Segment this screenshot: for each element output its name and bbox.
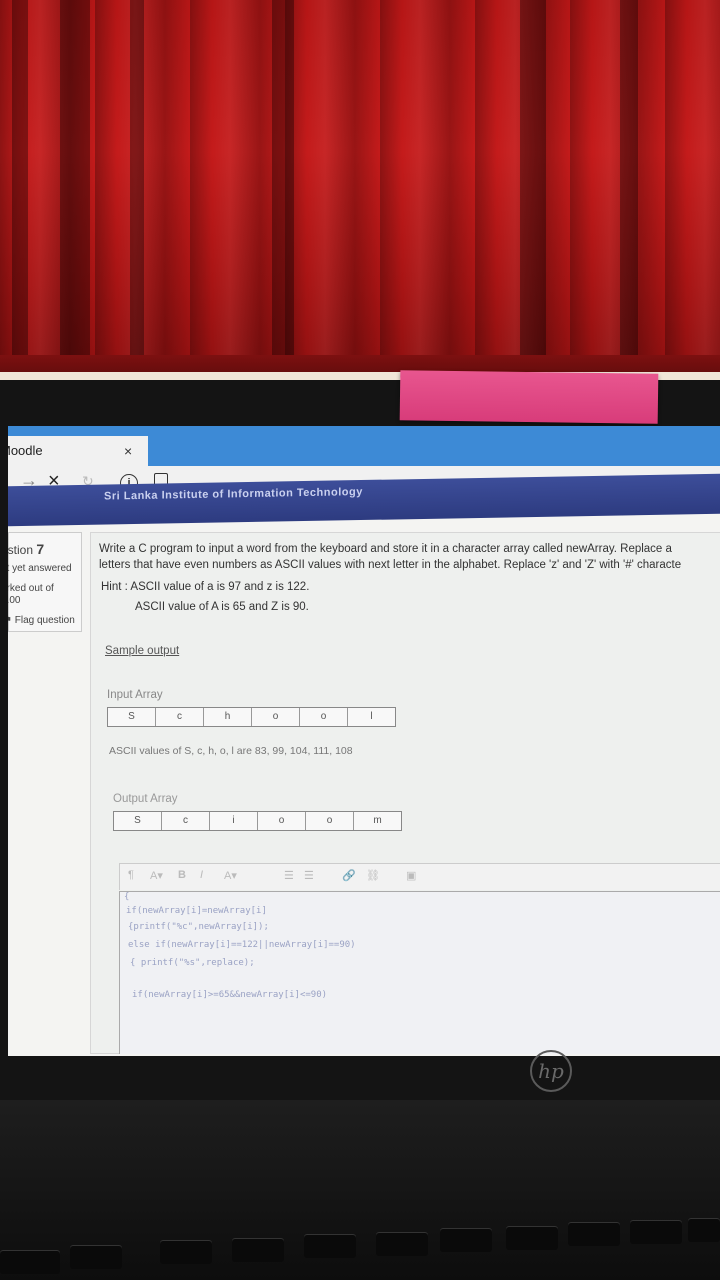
tab-close-icon[interactable]: × bbox=[124, 436, 132, 466]
hint-line-1: Hint : ASCII value of a is 97 and z is 1… bbox=[101, 581, 310, 593]
array-cell: i bbox=[210, 812, 258, 830]
answer-editor[interactable]: { if(newArray[i]=newArray[i] {printf("%c… bbox=[119, 891, 720, 1054]
array-cell: o bbox=[252, 708, 300, 726]
input-array-table: S c h o o l bbox=[107, 707, 396, 727]
curtain-fold bbox=[130, 0, 144, 380]
numbered-list-icon[interactable]: ☰ bbox=[304, 869, 314, 882]
code-line: { printf("%s",replace); bbox=[130, 958, 255, 968]
keyboard-key bbox=[506, 1226, 558, 1250]
array-cell: h bbox=[204, 708, 252, 726]
code-line: { bbox=[124, 892, 130, 902]
browser-tab[interactable]: Moodle × bbox=[8, 436, 148, 466]
keyboard-key bbox=[232, 1238, 284, 1262]
image-icon[interactable]: ▣ bbox=[406, 869, 416, 882]
curtain-fold bbox=[60, 0, 90, 380]
array-cell: S bbox=[114, 812, 162, 830]
question-line-2: letters that have even numbers as ASCII … bbox=[99, 559, 682, 571]
laptop-screen: Moodle × → × ↻ i Sri Lanka Institute of … bbox=[8, 426, 720, 1056]
hp-logo: hp bbox=[530, 1050, 572, 1092]
font-style-icon[interactable]: A▾ bbox=[150, 869, 163, 882]
question-line-1: Write a C program to input a word from t… bbox=[99, 543, 672, 555]
font-color-icon[interactable]: A▾ bbox=[224, 869, 237, 882]
link-icon[interactable]: 🔗 bbox=[342, 869, 356, 882]
sample-output-heading: Sample output bbox=[105, 645, 180, 657]
keyboard-key bbox=[440, 1228, 492, 1252]
italic-button[interactable]: I bbox=[200, 869, 203, 881]
question-info-panel: estion 7 ot yet answered arked out of 0.… bbox=[8, 532, 82, 632]
curtain-fold bbox=[12, 0, 28, 380]
question-number: estion 7 bbox=[8, 541, 45, 557]
keyboard-key bbox=[568, 1222, 620, 1246]
curtain-fold bbox=[520, 0, 546, 380]
unlink-icon[interactable]: ⛓ bbox=[366, 869, 380, 882]
site-name: Sri Lanka Institute of Information Techn… bbox=[104, 486, 363, 503]
browser-tab-bar: Moodle × bbox=[8, 426, 720, 466]
array-cell: o bbox=[300, 708, 348, 726]
array-cell: o bbox=[306, 812, 354, 830]
keyboard-key bbox=[376, 1232, 428, 1256]
tab-title: Moodle bbox=[8, 443, 43, 458]
array-cell: S bbox=[108, 708, 156, 726]
bold-button[interactable]: B bbox=[178, 869, 186, 881]
output-array-label: Output Array bbox=[113, 793, 178, 805]
flag-question-link[interactable]: ⚑ Flag question bbox=[8, 615, 75, 626]
keyboard-key bbox=[160, 1240, 212, 1264]
curtain-fold bbox=[272, 0, 294, 380]
keyboard bbox=[0, 1100, 720, 1280]
keyboard-key bbox=[304, 1234, 356, 1258]
array-cell: o bbox=[258, 812, 306, 830]
array-cell: c bbox=[156, 708, 204, 726]
keyboard-key bbox=[70, 1245, 122, 1269]
array-cell: l bbox=[370, 711, 373, 722]
keyboard-key bbox=[0, 1250, 60, 1274]
curtain bbox=[0, 0, 720, 383]
hint-line-2: ASCII value of A is 65 and Z is 90. bbox=[135, 601, 309, 613]
array-cell: m bbox=[373, 815, 382, 826]
input-array-label: Input Array bbox=[107, 689, 163, 701]
question-mark-label: arked out of bbox=[8, 583, 54, 594]
flag-icon: ⚑ bbox=[8, 615, 15, 626]
curtain-fold bbox=[620, 0, 638, 380]
output-array-table: S c i o o m bbox=[113, 811, 402, 831]
array-cell: c bbox=[162, 812, 210, 830]
code-line: if(newArray[i]=newArray[i] bbox=[126, 906, 267, 916]
bullet-list-icon[interactable]: ☰ bbox=[284, 869, 294, 882]
ascii-values-line: ASCII values of S, c, h, o, l are 83, 99… bbox=[109, 745, 353, 757]
question-state: ot yet answered bbox=[8, 563, 72, 574]
code-line: {printf("%c",newArray[i]); bbox=[128, 922, 269, 932]
question-mark-value: 0.00 bbox=[8, 595, 21, 606]
question-text-panel: Write a C program to input a word from t… bbox=[90, 532, 720, 1054]
paragraph-icon[interactable]: ¶ bbox=[128, 869, 134, 881]
keyboard-key bbox=[688, 1218, 720, 1242]
keyboard-key bbox=[630, 1220, 682, 1244]
editor-toolbar: ¶ A▾ B I A▾ ☰ ☰ 🔗 ⛓ ▣ bbox=[119, 863, 720, 890]
sticky-note bbox=[399, 370, 659, 424]
code-line: if(newArray[i]>=65&&newArray[i]<=90) bbox=[132, 990, 328, 1000]
code-line: else if(newArray[i]==122||newArray[i]==9… bbox=[128, 940, 356, 950]
